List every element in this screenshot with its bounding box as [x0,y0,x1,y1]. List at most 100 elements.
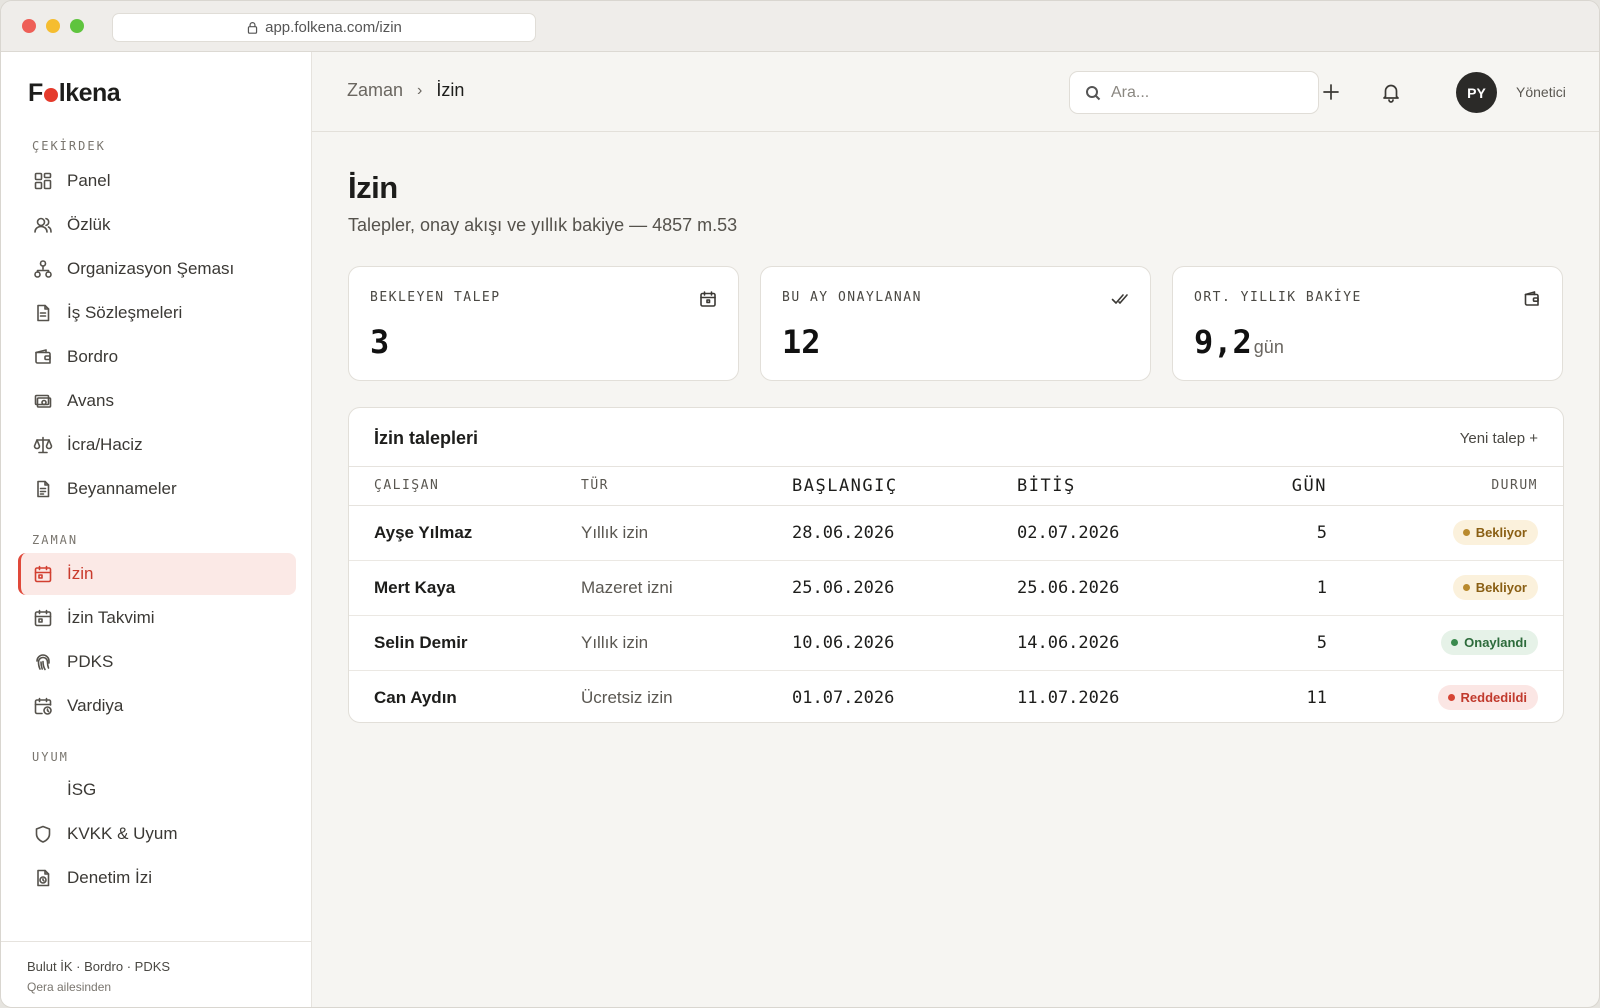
sidebar-item-label: İzin [67,564,94,583]
breadcrumb: Zaman › İzin [347,80,464,101]
document-icon [37,304,50,322]
column-header-employee[interactable]: ÇALIŞAN [349,467,581,506]
logo-dot [43,88,58,102]
leave-requests-table: ÇALIŞAN TÜR BAŞLANGIÇ BİTİŞ GÜN DURUM Ay… [349,467,1563,722]
wallet-icon [35,349,51,364]
brand-logo[interactable]: Flkena [28,79,121,108]
logo-text-end: lkena [58,79,121,107]
sidebar-item-org-chart[interactable]: Organizasyon Şeması [18,248,296,290]
sidebar-item-shift[interactable]: Vardiya [18,685,296,727]
sidebar-item-leave[interactable]: İzin [18,553,296,595]
table-row[interactable]: Can Aydın Ücretsiz izin 01.07.2026 11.07… [349,670,1563,722]
sidebar-item-panel[interactable]: Panel [18,160,296,202]
sidebar-item-leave-calendar[interactable]: İzin Takvimi [18,597,296,639]
maximize-window-button[interactable] [70,19,84,33]
stat-card-pending: BEKLEYEN TALEP 3 [348,266,739,381]
users-icon [34,217,52,233]
sidebar-item-pdks[interactable]: PDKS [18,641,296,683]
status-cell: Onaylandı [1327,615,1563,671]
column-header-end[interactable]: BİTİŞ [1017,467,1217,506]
sidebar-item-label: KVKK & Uyum [67,824,178,843]
status-text: Reddedildi [1460,690,1527,706]
fingerprint-icon [36,654,50,671]
status-badge: Bekliyor [1452,520,1538,545]
search-box[interactable] [1069,71,1319,114]
start-date: 01.07.2026 [792,687,895,708]
end-date: 02.07.2026 [1017,505,1217,561]
calendar-icon [34,609,52,627]
employee-name: Ayşe Yılmaz [349,505,581,561]
avatar[interactable]: PY [1456,72,1497,113]
day-count: 11 [1306,687,1327,708]
sidebar-item-label: PDKS [67,652,114,671]
leave-type: Yıllık izin [581,615,792,671]
sidebar-item-label: İzin Takvimi [67,608,155,627]
double-check-icon [1111,294,1128,304]
stat-card-avg-balance: ORT. YILLIK BAKİYE 9,2 gün [1172,266,1563,381]
wallet-icon [1524,291,1539,306]
leave-requests-panel: İzin talepleri Yeni talep + ÇALIŞAN TÜR … [348,407,1564,723]
close-window-button[interactable] [22,19,36,33]
sidebar-item-label: Vardiya [67,696,124,715]
sidebar-item-audit[interactable]: Denetim İzi [18,857,296,899]
status-dot [1462,584,1470,591]
column-header-status[interactable]: DURUM [1327,467,1563,506]
start-date: 28.06.2026 [792,505,1017,561]
lock-icon [247,22,258,34]
column-header-days[interactable]: GÜN [1217,467,1327,506]
day-count: 5 [1217,615,1327,671]
stat-unit: gün [1253,337,1284,357]
address-bar[interactable]: app.folkena.com/izin [112,13,536,42]
column-header-start[interactable]: BAŞLANGIÇ [792,467,1017,506]
chevron-right-icon: › [417,81,423,99]
main-content: İzin Talepler, onay akışı ve yıllık baki… [312,132,1599,1007]
stat-label: BU AY ONAYLANAN [782,290,922,305]
sidebar-item-garnishment[interactable]: İcra/Haciz [18,424,296,466]
sidebar-item-advance[interactable]: Avans [18,380,296,422]
stat-label: ORT. YILLIK BAKİYE [1194,290,1362,305]
sidebar-item-kvkk[interactable]: KVKK & Uyum [18,813,296,855]
leave-type: Mazeret izni [581,560,792,616]
employee-name: Selin Demir [349,615,581,671]
breadcrumb-item-leave: İzin [436,80,465,100]
section-label-compliance: UYUM [32,750,69,764]
table-row[interactable]: Mert Kaya Mazeret izni 25.06.2026 25.06.… [349,560,1563,616]
sidebar-item-label: Organizasyon Şeması [67,259,235,278]
end-date: 14.06.2026 [1017,615,1217,671]
page-subtitle: Talepler, onay akışı ve yıllık bakiye — … [348,215,738,235]
status-cell: Reddedildi [1327,670,1563,722]
column-header-type[interactable]: TÜR [581,467,792,506]
sidebar-item-label: Denetim İzi [67,868,153,887]
new-request-button[interactable]: Yeni talep + [1460,430,1538,447]
sidebar-item-contracts[interactable]: İş Sözleşmeleri [18,292,296,334]
sidebar-item-label: Avans [67,391,114,410]
start-date: 25.06.2026 [792,560,1017,616]
url-text: app.folkena.com/izin [265,19,402,36]
topbar: Zaman › İzin PY Yönetici [312,52,1599,132]
breadcrumb-item-time[interactable]: Zaman [347,80,403,101]
stat-number: 12 [782,323,821,361]
search-input[interactable] [1111,83,1301,102]
calendar-icon [700,291,716,307]
status-cell: Bekliyor [1327,505,1563,561]
sidebar-item-ozluk[interactable]: Özlük [18,204,296,246]
add-button[interactable] [1316,77,1346,107]
minimize-window-button[interactable] [46,19,60,33]
sidebar-item-isg[interactable]: İSG [18,769,296,811]
stat-value: 3 [370,323,389,361]
sidebar-item-payroll[interactable]: Bordro [18,336,296,378]
footer-products: Bulut İK · Bordro · PDKS [27,959,171,974]
table-row[interactable]: Selin Demir Yıllık izin 10.06.2026 14.06… [349,615,1563,671]
table-row[interactable]: Ayşe Yılmaz Yıllık izin 28.06.2026 02.07… [349,505,1563,561]
sidebar-item-declarations[interactable]: Beyannameler [18,468,296,510]
logo-text-start: F [28,79,43,107]
notifications-button[interactable] [1376,77,1406,107]
section-label-core: ÇEKİRDEK [32,139,106,153]
end-date: 11.07.2026 [1017,687,1120,708]
sidebar-item-label: Panel [67,171,111,190]
sidebar-item-label: İş Sözleşmeleri [67,303,183,322]
sidebar: Flkena ÇEKİRDEK Panel Özlük Organizasyon… [1,52,312,1007]
stat-number: 9,2 [1194,323,1252,361]
browser-titlebar: app.folkena.com/izin [1,1,1599,52]
org-chart-icon [34,260,52,278]
